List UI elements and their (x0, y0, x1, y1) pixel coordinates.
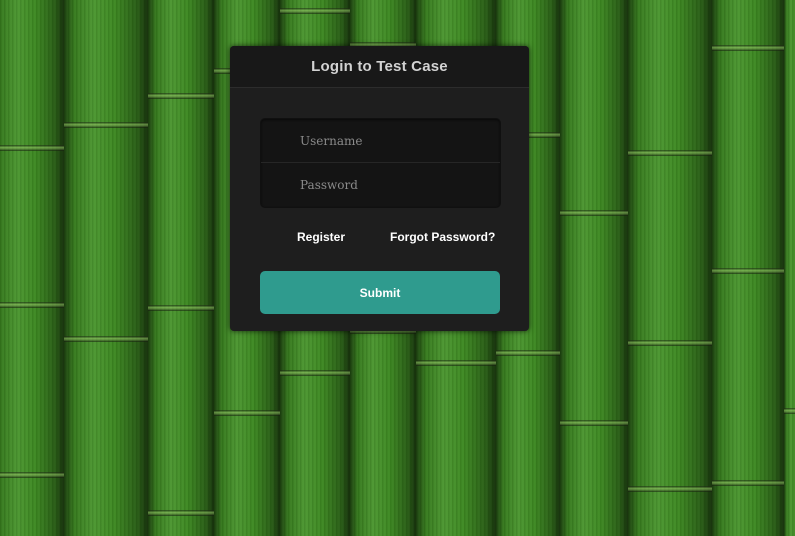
bamboo-stalk (628, 0, 712, 536)
login-links: Register Forgot Password? (260, 226, 499, 250)
password-input[interactable] (261, 163, 500, 207)
bamboo-stalk (560, 0, 628, 536)
bamboo-stalk (64, 0, 148, 536)
login-header: Login to Test Case (230, 46, 529, 88)
bamboo-stalk (784, 0, 795, 536)
bamboo-stalk (148, 0, 214, 536)
bamboo-stalk (0, 0, 64, 536)
submit-button[interactable]: Submit (260, 271, 500, 314)
username-input[interactable] (261, 119, 500, 163)
login-title: Login to Test Case (311, 58, 448, 75)
bamboo-stalk (712, 0, 784, 536)
login-panel: Login to Test Case Register Forgot Passw… (230, 46, 529, 331)
credentials-group (260, 118, 501, 208)
forgot-password-link[interactable]: Forgot Password? (390, 230, 495, 244)
register-link[interactable]: Register (297, 230, 345, 244)
